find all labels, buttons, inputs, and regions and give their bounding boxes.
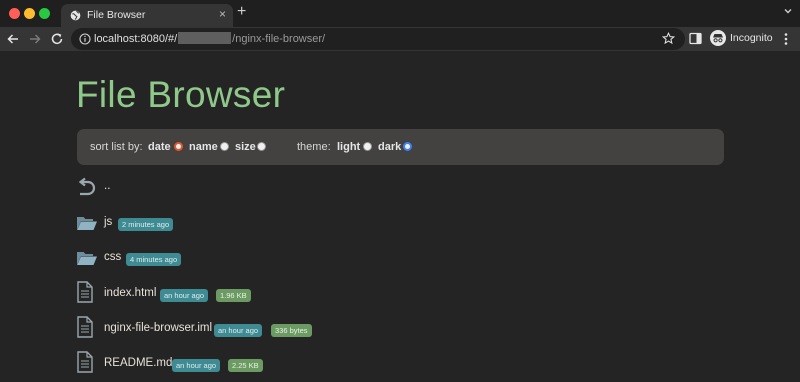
sort-option-size-label[interactable]: size xyxy=(235,141,256,153)
theme-option-light-label[interactable]: light xyxy=(337,141,360,153)
window-zoom-button[interactable] xyxy=(39,8,50,19)
incognito-avatar[interactable] xyxy=(710,30,726,46)
browser-tab-file-browser[interactable]: File Browser × xyxy=(61,4,233,27)
tab-close-icon[interactable]: × xyxy=(219,7,226,21)
page-title: File Browser xyxy=(76,74,286,115)
sort-size-radio[interactable] xyxy=(257,142,266,151)
side-panel-icon[interactable] xyxy=(689,32,702,45)
forward-arrow-icon[interactable] xyxy=(28,32,42,46)
entry-name[interactable]: css xyxy=(104,251,121,263)
sort-date-radio[interactable] xyxy=(174,142,183,151)
options-panel: sort list by: date name size theme: ligh… xyxy=(77,129,724,165)
parent-directory-label[interactable]: .. xyxy=(104,180,110,192)
window-minimize-button[interactable] xyxy=(24,8,35,19)
sort-label: sort list by: xyxy=(90,141,143,153)
file-icon xyxy=(77,316,93,338)
address-bar[interactable]: localhost:8080/#/ /nginx-file-browser/ xyxy=(71,28,685,50)
browser-tab-bar: File Browser × + xyxy=(0,0,800,27)
profile-label[interactable]: Incognito xyxy=(730,32,773,44)
sort-option-date-label[interactable]: date xyxy=(148,141,171,153)
folder-icon xyxy=(77,217,97,230)
url-host: localhost:8080/#/ xyxy=(94,33,178,45)
entry-name[interactable]: index.html xyxy=(104,287,156,299)
window-close-button[interactable] xyxy=(9,8,20,19)
incognito-icon xyxy=(713,34,723,43)
size-badge: 336 bytes xyxy=(271,324,312,337)
browser-toolbar: localhost:8080/#/ /nginx-file-browser/ In… xyxy=(0,27,800,51)
sort-option-name-label[interactable]: name xyxy=(189,141,218,153)
theme-option-dark-label[interactable]: dark xyxy=(378,141,401,153)
back-arrow-icon[interactable] xyxy=(6,32,20,46)
entry-name[interactable]: js xyxy=(104,216,112,228)
size-badge: 2.25 KB xyxy=(228,359,263,372)
theme-dark-radio[interactable] xyxy=(403,142,412,151)
more-menu-icon[interactable] xyxy=(784,32,788,46)
theme-label: theme: xyxy=(297,141,331,153)
modified-badge: 2 minutes ago xyxy=(118,218,174,231)
tab-title: File Browser xyxy=(87,9,146,21)
modified-badge: an hour ago xyxy=(172,359,221,372)
chevron-down-icon[interactable] xyxy=(783,6,793,16)
file-icon xyxy=(77,351,93,373)
page-content: File Browser sort list by: date name siz… xyxy=(0,51,800,382)
modified-badge: an hour ago xyxy=(160,289,209,302)
url-path: /nginx-file-browser/ xyxy=(232,33,326,45)
modified-badge: an hour ago xyxy=(214,324,263,337)
new-tab-button[interactable]: + xyxy=(237,3,246,21)
file-icon xyxy=(77,281,93,303)
undo-arrow-icon xyxy=(78,177,96,196)
modified-badge: 4 minutes ago xyxy=(126,253,182,266)
url-text: localhost:8080/#/ /nginx-file-browser/ xyxy=(94,32,325,45)
entry-name[interactable]: nginx-file-browser.iml xyxy=(104,322,212,334)
folder-icon xyxy=(77,252,97,265)
reload-icon[interactable] xyxy=(50,32,64,46)
info-icon[interactable] xyxy=(79,33,91,45)
bookmark-star-icon[interactable] xyxy=(662,32,675,45)
sort-name-radio[interactable] xyxy=(220,142,229,151)
theme-light-radio[interactable] xyxy=(363,142,372,151)
size-badge: 1.96 KB xyxy=(216,289,251,302)
url-redacted-segment xyxy=(178,32,232,44)
globe-icon xyxy=(70,10,81,21)
entry-name[interactable]: README.md xyxy=(104,357,172,369)
